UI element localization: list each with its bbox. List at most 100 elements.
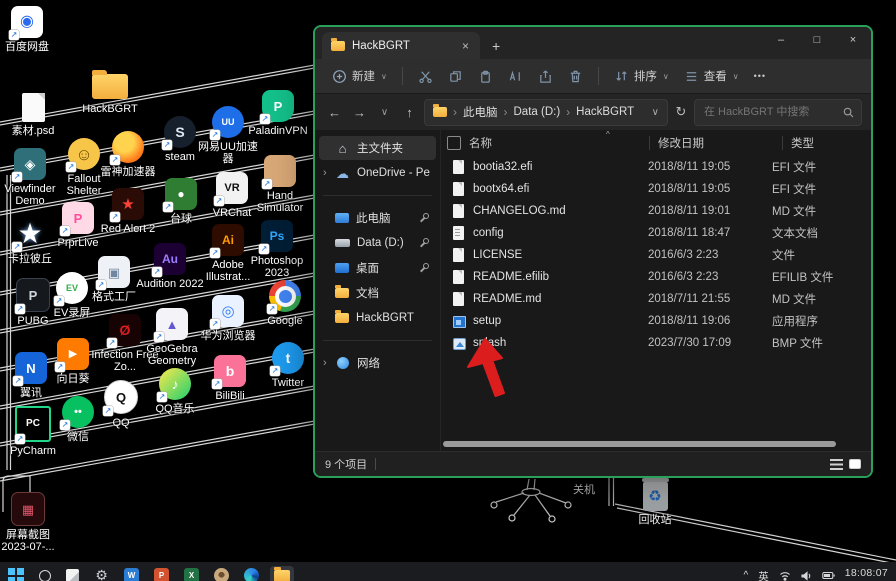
column-header-name[interactable]: 名称 (469, 135, 649, 151)
new-button[interactable]: 新建 ∨ (325, 64, 394, 88)
desktop-icon-twitter[interactable]: t↗Twitter (254, 340, 322, 389)
recent-locations-button[interactable]: ∨ (374, 107, 395, 118)
breadcrumb-item[interactable]: Data (D:) (514, 106, 561, 118)
taskbar-start-button[interactable] (8, 568, 24, 581)
desktop-icon-paladin-vpn[interactable]: P↗PaladinVPN (244, 88, 312, 137)
desktop-icon-hand-simulator[interactable]: ↗Hand Simulator (246, 153, 314, 215)
search-input[interactable] (702, 105, 838, 119)
file-row-bootx64.efi[interactable]: bootx64.efi2018/8/11 19:05EFI 文件 (441, 178, 871, 200)
new-tab-button[interactable]: + (492, 38, 500, 54)
sidebar-item-label: 此电脑 (356, 210, 391, 226)
sidebar-item-this-pc[interactable]: 此电脑 (319, 206, 436, 230)
refresh-button[interactable]: ↻ (672, 104, 690, 120)
large-icons-view-button[interactable] (849, 459, 861, 469)
cut-button[interactable] (411, 65, 440, 88)
back-button[interactable]: ← (324, 105, 345, 120)
shortcut-overlay-icon: ↗ (54, 296, 64, 306)
file-row-README.md[interactable]: README.md2018/7/11 21:55MD 文件 (441, 288, 871, 310)
sidebar-item-network[interactable]: ›网络 (319, 351, 436, 375)
horizontal-scrollbar[interactable] (443, 441, 861, 448)
desktop-icon-google-chrome[interactable]: ↗Google (251, 278, 319, 327)
select-all-checkbox[interactable] (447, 136, 461, 150)
drive-icon (335, 239, 350, 247)
tray-overflow-chevron-icon[interactable]: ^ (744, 570, 749, 581)
copy-button[interactable] (441, 65, 470, 88)
desktop-icon-photoshop-2023[interactable]: Ps↗Photoshop 2023 (243, 218, 311, 280)
taskbar-excel-button[interactable]: X (184, 568, 199, 581)
item-count: 9 个项目 (325, 456, 367, 472)
file-type-file-icon (453, 204, 464, 218)
desktop-icon-sucai-psd[interactable]: 素材.psd (0, 88, 67, 137)
sidebar-item-desktop[interactable]: 桌面 (319, 256, 436, 280)
address-bar: ← → ∨ ↑ ›此电脑›Data (D:)›HackBGRT ∨ ↻ (315, 94, 871, 130)
sidebar-item-hackbgrt[interactable]: HackBGRT (319, 306, 436, 330)
search-box[interactable] (694, 99, 862, 126)
file-type-file-icon (453, 248, 464, 262)
taskbar-word-button[interactable]: W (124, 568, 139, 581)
file-row-bootia32.efi[interactable]: bootia32.efi2018/8/11 19:05EFI 文件 (441, 156, 871, 178)
desktop-icon-recycle-bin[interactable]: ♻回收站 (621, 477, 689, 526)
breadcrumb-separator: › (453, 105, 457, 119)
maximize-button[interactable]: □ (799, 27, 835, 53)
breadcrumb[interactable]: ›此电脑›Data (D:)›HackBGRT ∨ (424, 99, 668, 126)
taskbar-settings-button[interactable]: ⚙ (94, 568, 109, 581)
wifi-icon[interactable] (779, 571, 791, 581)
scrollbar-thumb[interactable] (443, 441, 836, 447)
more-button[interactable]: ••• (747, 67, 773, 85)
shortcut-overlay-icon: ↗ (212, 379, 222, 389)
minimize-button[interactable]: – (763, 27, 799, 53)
taskbar-explorer-button[interactable] (270, 566, 294, 581)
desktop-icon-baidu-netdisk[interactable]: ◉↗百度网盘 (0, 4, 61, 53)
taskbar-compass-button[interactable] (214, 568, 229, 581)
file-name: config (473, 227, 648, 239)
breadcrumb-item[interactable]: HackBGRT (576, 106, 634, 118)
shortcut-overlay-icon: ↗ (267, 304, 277, 314)
taskbar-edge-button[interactable] (244, 568, 259, 581)
column-header-type[interactable]: 类型 (791, 135, 871, 151)
forward-button[interactable]: → (349, 105, 370, 120)
taskbar-snip-button[interactable] (66, 568, 79, 581)
tab-hackbgrt[interactable]: HackBGRT × (322, 32, 480, 59)
close-button[interactable]: × (835, 27, 871, 53)
taskbar-powerpoint-button[interactable]: P (154, 568, 169, 581)
sidebar-item-documents[interactable]: 文档 (319, 281, 436, 305)
address-dropdown-chevron[interactable]: ∨ (652, 107, 659, 118)
desktop-icon-label: HackBGRT (82, 103, 137, 115)
volume-icon[interactable] (801, 571, 812, 581)
paste-button[interactable] (471, 65, 500, 88)
file-row-README.efilib[interactable]: README.efilib2016/6/3 2:23EFILIB 文件 (441, 266, 871, 288)
ime-indicator[interactable]: 英 (758, 569, 769, 581)
file-name: README.md (473, 293, 648, 305)
chevron-right-icon[interactable]: › (323, 167, 327, 179)
sort-button[interactable]: 排序 ∨ (607, 64, 676, 88)
command-bar: 新建 ∨ 排序 ∨ 查看 ∨ (315, 59, 871, 94)
status-bar: 9 个项目 (315, 451, 871, 476)
share-button[interactable] (531, 65, 560, 88)
up-button[interactable]: ↑ (399, 105, 420, 120)
desktop-icon-hackbgrt-folder[interactable]: HackBGRT (76, 66, 144, 115)
column-divider[interactable] (782, 136, 783, 150)
taskbar-search-button[interactable] (39, 568, 51, 581)
file-date-modified: 2016/6/3 2:23 (648, 249, 772, 261)
file-row-CHANGELOG.md[interactable]: CHANGELOG.md2018/8/11 19:01MD 文件 (441, 200, 871, 222)
rename-button[interactable] (501, 65, 530, 88)
sidebar-item-data-d[interactable]: Data (D:) (319, 231, 436, 255)
shutdown-shortcut-label[interactable]: 关机 (573, 481, 595, 497)
file-row-config[interactable]: config2018/8/11 18:47文本文档 (441, 222, 871, 244)
file-row-LICENSE[interactable]: LICENSE2016/6/3 2:23文件 (441, 244, 871, 266)
battery-icon[interactable] (822, 571, 835, 580)
column-divider[interactable] (649, 136, 650, 150)
view-button[interactable]: 查看 ∨ (677, 64, 746, 88)
chevron-right-icon[interactable]: › (323, 357, 327, 369)
details-view-button[interactable] (830, 459, 843, 470)
desktop-icon-screenshot-2023[interactable]: ▦屏幕截图 2023-07-... (0, 492, 62, 554)
tab-close-button[interactable]: × (460, 39, 471, 53)
sidebar-item-onedrive[interactable]: ›☁OneDrive - Persor (319, 161, 436, 185)
taskbar-clock[interactable]: 18:08:07 (845, 567, 888, 579)
sidebar-item-home[interactable]: ⌂主文件夹 (319, 136, 436, 160)
breadcrumb-item[interactable]: 此电脑 (463, 104, 498, 120)
delete-button[interactable] (561, 65, 590, 88)
shortcut-overlay-icon: ↗ (60, 226, 70, 236)
column-header-date[interactable]: 修改日期 (658, 135, 782, 151)
file-row-setup[interactable]: setup2018/8/11 19:06应用程序 (441, 310, 871, 332)
